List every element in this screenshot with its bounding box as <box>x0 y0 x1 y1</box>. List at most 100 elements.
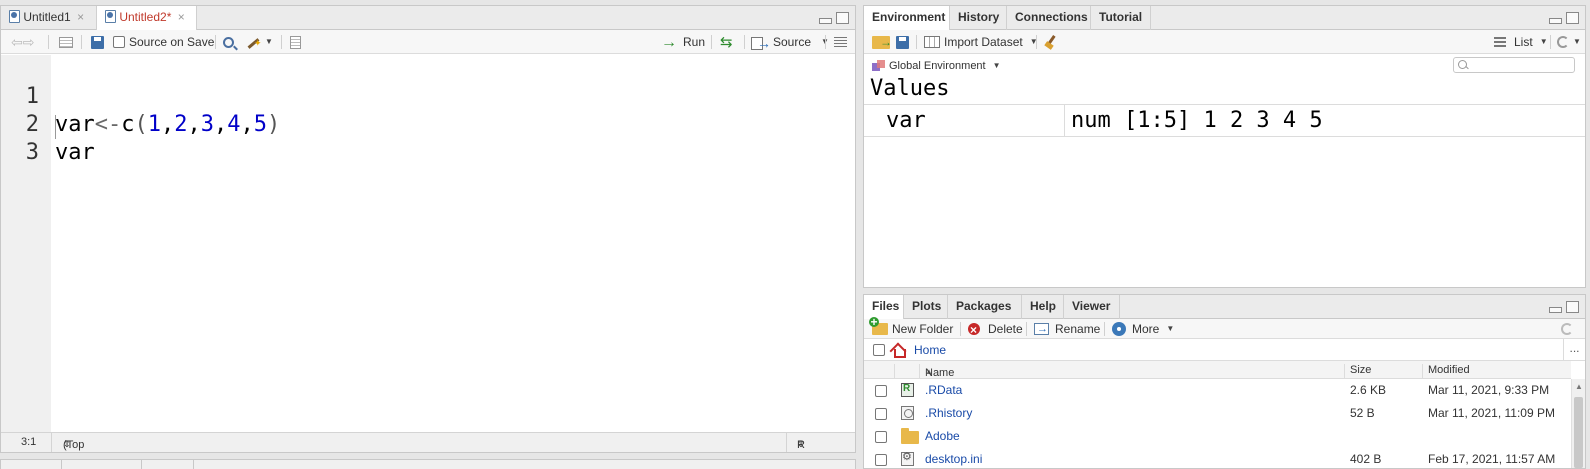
source-file-icon <box>751 31 771 55</box>
file-size: 402 B <box>1350 452 1382 466</box>
show-in-window-icon[interactable] <box>59 36 73 48</box>
outline-toggle-icon[interactable] <box>834 37 847 47</box>
refresh-button[interactable]: ▼ <box>1557 30 1581 54</box>
file-name-link[interactable]: desktop.ini <box>925 452 982 466</box>
line-number: 3 <box>25 140 39 165</box>
close-icon[interactable]: × <box>178 10 185 24</box>
variable-row[interactable]: var num [1:5] 1 2 3 4 5 <box>864 104 1585 137</box>
tab-packages[interactable]: Packages <box>948 295 1022 319</box>
tab-help[interactable]: Help <box>1022 295 1064 319</box>
home-icon[interactable] <box>890 342 906 358</box>
file-row[interactable]: Adobe <box>864 425 1571 448</box>
file-checkbox[interactable] <box>875 408 887 420</box>
files-tabbar: Files Plots Packages Help Viewer <box>864 295 1585 320</box>
breadcrumb-home-link[interactable]: Home <box>914 343 946 357</box>
source-on-save-toggle[interactable]: Source on Save <box>113 30 214 54</box>
code-tools-button[interactable]: ▼ <box>245 30 273 55</box>
source-editor-pane: Untitled1 × Untitled2* × ⇦⇨ Source on Sa… <box>0 5 856 453</box>
file-row[interactable]: desktop.ini 402 B Feb 17, 2021, 11:57 AM <box>864 448 1571 468</box>
tab-connections[interactable]: Connections <box>1007 6 1091 30</box>
file-list-header: ▲ Name Size Modified <box>864 361 1571 379</box>
environment-search-input[interactable] <box>1453 57 1575 73</box>
new-folder-label: New Folder <box>892 322 954 336</box>
refresh-icon[interactable] <box>1561 323 1573 335</box>
source-tabbar: Untitled1 × Untitled2* × <box>1 6 855 31</box>
rename-label: Rename <box>1055 322 1101 336</box>
settings-file-icon <box>901 450 914 466</box>
environment-dropdown[interactable]: Global Environment ▼ <box>872 54 1001 78</box>
chevron-down-icon: ▼ <box>1573 37 1581 46</box>
history-file-icon <box>901 406 914 420</box>
source-label: Source <box>773 35 812 49</box>
load-workspace-icon[interactable] <box>872 30 892 54</box>
tab-untitled2[interactable]: Untitled2* × <box>97 6 197 31</box>
breadcrumb: Home ... <box>864 339 1585 361</box>
minimize-pane-button[interactable] <box>819 18 832 24</box>
rdata-file-icon <box>901 383 914 397</box>
file-checkbox[interactable] <box>875 431 887 443</box>
new-folder-button[interactable]: New Folder <box>869 317 954 339</box>
maximize-pane-button[interactable] <box>1566 301 1579 313</box>
go-to-directory-button[interactable]: ... <box>1563 339 1585 360</box>
delete-button[interactable]: Delete <box>968 319 1023 340</box>
save-icon[interactable] <box>91 35 104 49</box>
source-on-save-checkbox[interactable] <box>113 36 125 48</box>
file-checkbox[interactable] <box>875 385 887 397</box>
select-all-checkbox[interactable] <box>873 344 885 356</box>
import-dataset-button[interactable]: Import Dataset ▼ <box>924 30 1038 54</box>
scrollbar-thumb[interactable] <box>1574 397 1583 468</box>
list-icon <box>1494 37 1506 47</box>
tab-viewer[interactable]: Viewer <box>1064 295 1120 319</box>
environment-label: Global Environment <box>889 60 986 72</box>
rename-button[interactable]: Rename <box>1034 319 1100 339</box>
file-size: 52 B <box>1350 406 1375 420</box>
code-line: 2 var <box>1 83 95 165</box>
tab-environment[interactable]: Environment <box>864 6 950 31</box>
document-outline-icon[interactable] <box>290 35 301 49</box>
modified-column-header[interactable]: Modified <box>1428 364 1470 376</box>
environment-tabbar: Environment History Connections Tutorial <box>864 6 1585 31</box>
maximize-pane-button[interactable] <box>836 12 849 24</box>
delete-icon <box>968 320 980 340</box>
chevron-down-icon: ▼ <box>992 61 1001 70</box>
delete-label: Delete <box>988 322 1023 336</box>
file-row[interactable]: .Rhistory 52 B Mar 11, 2021, 11:09 PM <box>864 402 1571 425</box>
tab-untitled1[interactable]: Untitled1 × <box>1 6 97 30</box>
variable-name: var <box>886 108 926 133</box>
search-icon <box>1458 60 1467 69</box>
scroll-up-icon[interactable]: ▲ <box>1575 382 1583 391</box>
file-checkbox[interactable] <box>875 454 887 466</box>
environment-icon <box>872 60 885 72</box>
source-on-save-label: Source on Save <box>129 35 215 49</box>
broom-icon[interactable] <box>1044 35 1058 49</box>
import-dataset-icon <box>924 36 940 48</box>
file-name-link[interactable]: Adobe <box>925 429 960 443</box>
more-button[interactable]: More ▼ <box>1112 319 1174 339</box>
search-icon[interactable] <box>223 36 234 48</box>
close-icon[interactable]: × <box>77 10 84 24</box>
file-modified: Mar 11, 2021, 9:33 PM <box>1428 383 1550 397</box>
files-scrollbar[interactable]: ▲ <box>1571 379 1585 468</box>
run-button[interactable]: Run <box>661 30 706 55</box>
code-editor[interactable]: 1 var<-c(1,2,3,4,5) 2 var 3 <box>1 55 855 432</box>
size-column-header[interactable]: Size <box>1350 364 1371 376</box>
file-size: 2.6 KB <box>1350 383 1387 397</box>
source-button[interactable]: Source ▼ <box>751 30 829 55</box>
view-mode-dropdown[interactable]: List ▼ <box>1494 30 1548 54</box>
tab-plots[interactable]: Plots <box>904 295 948 319</box>
tab-tutorial[interactable]: Tutorial <box>1091 6 1151 30</box>
file-row[interactable]: .RData 2.6 KB Mar 11, 2021, 9:33 PM <box>864 379 1571 402</box>
magic-wand-icon <box>245 31 262 55</box>
refresh-icon <box>1557 36 1569 48</box>
save-workspace-icon[interactable] <box>896 35 909 49</box>
run-label: Run <box>683 35 706 49</box>
gear-icon <box>1112 322 1126 336</box>
back-forward-icon[interactable]: ⇦⇨ <box>11 30 34 54</box>
rerun-icon[interactable] <box>720 31 738 55</box>
minimize-pane-button[interactable] <box>1549 18 1562 24</box>
maximize-pane-button[interactable] <box>1566 12 1579 24</box>
minimize-pane-button[interactable] <box>1549 307 1562 313</box>
tab-history[interactable]: History <box>950 6 1007 30</box>
file-name-link[interactable]: .Rhistory <box>925 406 972 420</box>
file-name-link[interactable]: .RData <box>925 383 962 397</box>
